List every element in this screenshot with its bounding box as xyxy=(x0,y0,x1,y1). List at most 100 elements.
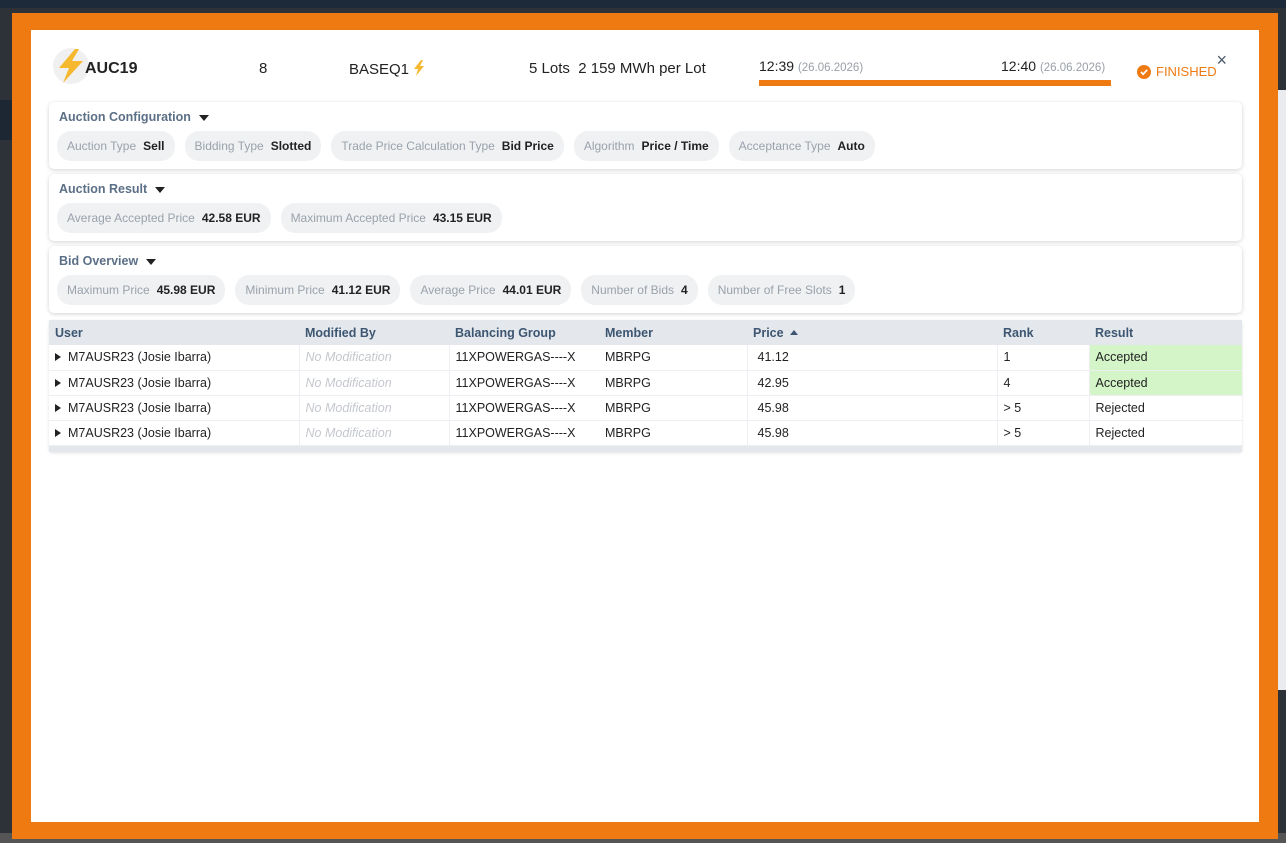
caret-right-icon[interactable] xyxy=(55,378,61,387)
configuration-chips: Auction Type Sell Bidding Type Slotted Tra… xyxy=(57,131,1234,161)
cell-modified-by: No Modification xyxy=(298,370,450,395)
chip-value: 43.15 EUR xyxy=(432,211,492,225)
lots-info: 5 Lots 2 159 MWh per Lot xyxy=(529,60,706,77)
cell-result: Rejected xyxy=(1095,425,1145,440)
end-date: (26.06.2026) xyxy=(1039,62,1106,74)
auction-name: AUC19 xyxy=(85,60,138,77)
auction-detail-modal-frame: AUC19 8 BASEQ1 5 Lots 2 159 MWh per Lot … xyxy=(12,13,1278,839)
chip-trade-price-calculation-type: Trade Price Calculation Type Bid Price xyxy=(331,131,564,161)
start-time-value: 12:39 xyxy=(759,58,795,74)
auction-configuration-panel: Auction Configuration Auction Type Sell B… xyxy=(49,102,1242,169)
status-text: FINISHED xyxy=(1156,64,1217,79)
chip-label: Acceptance Type xyxy=(738,139,831,153)
auction-progress-bar xyxy=(759,80,1111,86)
chip-average-price: Average Price 44.01 EUR xyxy=(410,275,572,305)
user-text: M7AUSR23 (Josie Ibarra) xyxy=(68,400,212,415)
chip-label: Number of Free Slots xyxy=(717,283,832,297)
chip-value: 44.01 EUR xyxy=(502,283,562,297)
chip-average-accepted-price: Average Accepted Price 42.58 EUR xyxy=(57,203,271,233)
cell-price: 45.98 xyxy=(746,395,998,420)
product-name: BASEQ1 xyxy=(349,60,425,78)
chip-value: Price / Time xyxy=(641,139,709,153)
column-header-result[interactable]: Result xyxy=(1089,320,1242,345)
cell-balancing-group: 11XPOWERGAS----X xyxy=(455,400,576,415)
auction-result-toggle[interactable]: Auction Result xyxy=(57,180,1234,198)
result-chips: Average Accepted Price 42.58 EUR Maximum … xyxy=(57,203,1234,233)
chip-value: 4 xyxy=(681,283,688,297)
lots-count: 5 Lots xyxy=(529,60,570,77)
panel-title: Auction Result xyxy=(59,182,148,196)
cell-balancing-group: 11XPOWERGAS----X xyxy=(455,425,576,440)
cell-result: Accepted xyxy=(1089,345,1242,370)
bid-overview-toggle[interactable]: Bid Overview xyxy=(57,252,1234,270)
chip-maximum-accepted-price: Maximum Accepted Price 43.15 EUR xyxy=(280,203,502,233)
cell-member: MBRPG xyxy=(605,350,651,365)
table-row[interactable]: M7AUSR23 (Josie Ibarra) No Modification … xyxy=(49,370,1242,395)
chip-value: 1 xyxy=(838,283,846,297)
chip-acceptance-type: Acceptance Type Auto xyxy=(728,131,875,161)
auction-result-panel: Auction Result Average Accepted Price 42.… xyxy=(49,174,1242,241)
auction-configuration-toggle[interactable]: Auction Configuration xyxy=(57,108,1234,126)
start-time: 12:39 (26.06.2026) xyxy=(759,58,863,74)
auction-detail-modal: AUC19 8 BASEQ1 5 Lots 2 159 MWh per Lot … xyxy=(31,30,1259,822)
caret-down-icon xyxy=(155,187,166,193)
cell-rank: 4 xyxy=(997,370,1090,395)
caret-right-icon[interactable] xyxy=(55,428,61,437)
chip-value: 41.12 EUR xyxy=(331,283,391,297)
cell-price: 42.95 xyxy=(746,370,998,395)
overview-chips: Maximum Price 45.98 EUR Minimum Price 41.1… xyxy=(57,275,1234,305)
cell-user: M7AUSR23 (Josie Ibarra) xyxy=(49,395,299,420)
bid-overview-panel: Bid Overview Maximum Price 45.98 EUR Mini… xyxy=(49,246,1242,313)
chip-maximum-price: Maximum Price 45.98 EUR xyxy=(57,275,226,305)
cell-result: Rejected xyxy=(1095,400,1145,415)
chip-value: Bid Price xyxy=(501,139,554,153)
cell-member: MBRPG xyxy=(605,425,651,440)
cell-member: MBRPG xyxy=(605,375,651,390)
background-topbar xyxy=(0,0,1286,8)
chip-minimum-price: Minimum Price 41.12 EUR xyxy=(235,275,401,305)
lightning-bolt-icon xyxy=(53,48,89,84)
caret-right-icon[interactable] xyxy=(55,353,61,362)
chip-algorithm: Algorithm Price / Time xyxy=(573,131,719,161)
chip-number-of-bids: Number of Bids 4 xyxy=(581,275,698,305)
close-icon[interactable]: × xyxy=(1216,50,1227,71)
chip-label: Maximum Accepted Price xyxy=(290,211,426,225)
user-text: M7AUSR23 (Josie Ibarra) xyxy=(68,375,212,390)
table-row[interactable]: M7AUSR23 (Josie Ibarra) No Modification … xyxy=(49,420,1242,445)
cell-result: Accepted xyxy=(1089,370,1242,395)
cell-rank: > 5 xyxy=(997,395,1090,420)
column-header-rank[interactable]: Rank xyxy=(997,320,1089,345)
chip-label: Maximum Price xyxy=(67,283,150,297)
status-badge: FINISHED xyxy=(1137,64,1217,79)
cell-price: 45.98 xyxy=(746,420,998,445)
cell-price: 41.12 xyxy=(746,345,998,370)
product-label: BASEQ1 xyxy=(349,61,410,78)
cell-modified-by: No Modification xyxy=(298,420,450,445)
column-header-member[interactable]: Member xyxy=(599,320,747,345)
table-row[interactable]: M7AUSR23 (Josie Ibarra) No Modification … xyxy=(49,395,1242,420)
table-row[interactable]: M7AUSR23 (Josie Ibarra) No Modification … xyxy=(49,345,1242,370)
caret-right-icon[interactable] xyxy=(55,403,61,412)
chip-label: Algorithm xyxy=(583,139,635,153)
column-header-price[interactable]: Price xyxy=(747,320,997,345)
cell-user: M7AUSR23 (Josie Ibarra) xyxy=(49,370,299,395)
table-footer xyxy=(49,445,1242,452)
chip-label: Auction Type xyxy=(67,139,137,153)
chip-number-of-free-slots: Number of Free Slots 1 xyxy=(707,275,856,305)
cell-user: M7AUSR23 (Josie Ibarra) xyxy=(49,345,299,370)
user-text: M7AUSR23 (Josie Ibarra) xyxy=(68,425,212,440)
cell-modified-by: No Modification xyxy=(298,395,450,420)
chip-bidding-type: Bidding Type Slotted xyxy=(184,131,322,161)
mwh-per-lot: 2 159 MWh per Lot xyxy=(578,60,706,77)
chip-value: 45.98 EUR xyxy=(156,283,216,297)
chip-label: Bidding Type xyxy=(194,139,264,153)
cell-rank: > 5 xyxy=(997,420,1090,445)
column-header-balancing-group[interactable]: Balancing Group xyxy=(449,320,599,345)
chip-label: Number of Bids xyxy=(591,283,674,297)
chip-value: 42.58 EUR xyxy=(201,211,261,225)
column-header-user[interactable]: User xyxy=(49,320,299,345)
caret-down-icon xyxy=(146,259,157,265)
chip-value: Auto xyxy=(837,139,865,153)
column-header-modified-by[interactable]: Modified By xyxy=(299,320,449,345)
check-circle-icon xyxy=(1137,64,1151,79)
